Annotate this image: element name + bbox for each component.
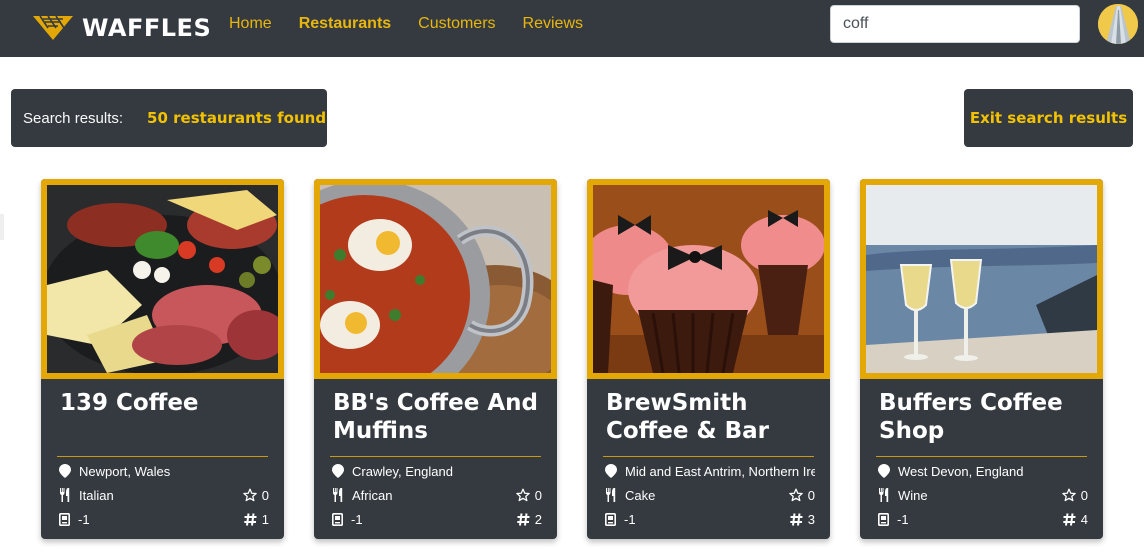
restaurant-card[interactable]: BB's Coffee And Muffins Crawley, England…	[314, 179, 557, 539]
review-book-icon	[332, 512, 343, 526]
bow-cupcakes-image-icon	[593, 185, 824, 373]
restaurant-rank: 1	[261, 511, 269, 527]
map-pin-icon	[59, 464, 71, 478]
card-divider	[603, 456, 814, 457]
restaurant-cuisine: Cake	[625, 487, 656, 503]
waffle-logo-icon	[33, 15, 73, 40]
top-navbar: WAFFLES Home Restaurants Customers Revie…	[0, 0, 1144, 57]
restaurant-cuisine: Wine	[898, 487, 928, 503]
avatar[interactable]	[1098, 4, 1138, 44]
location-row: Newport, Wales	[59, 461, 269, 481]
restaurant-image	[587, 179, 830, 379]
rank-group: 1	[244, 512, 269, 527]
restaurant-rating: 0	[1080, 487, 1088, 503]
restaurant-name: Buffers Coffee Shop	[879, 390, 1063, 444]
rating-group: 0	[242, 487, 269, 503]
restaurant-name: BrewSmith Coffee & Bar	[606, 390, 769, 444]
map-pin-icon	[605, 464, 617, 478]
cuisine-row: Italian 0	[59, 485, 269, 505]
restaurant-name: BB's Coffee And Muffins	[333, 390, 538, 444]
restaurant-card[interactable]: Buffers Coffee Shop West Devon, England …	[860, 179, 1103, 539]
shakshuka-pan-image-icon	[320, 185, 551, 373]
restaurant-location: West Devon, England	[898, 463, 1024, 479]
results-count: 50 restaurants found	[147, 109, 327, 127]
nav-links: Home Restaurants Customers Reviews	[229, 15, 610, 33]
restaurant-image	[41, 179, 284, 379]
restaurant-image	[314, 179, 557, 379]
cuisine-row: African 0	[332, 485, 542, 505]
cuisine-row: Wine 0	[878, 485, 1088, 505]
rank-group: 2	[517, 512, 542, 527]
rating-group: 0	[1061, 487, 1088, 503]
hashtag-icon	[790, 512, 803, 526]
nav-customers[interactable]: Customers	[418, 15, 495, 33]
restaurant-review-count: -1	[897, 511, 909, 527]
card-divider	[330, 456, 541, 457]
review-book-icon	[59, 512, 70, 526]
utensils-icon	[333, 488, 343, 502]
nav-home[interactable]: Home	[229, 15, 272, 33]
charcuterie-board-image-icon	[47, 185, 278, 373]
restaurant-rating: 0	[534, 487, 542, 503]
review-book-icon	[605, 512, 616, 526]
location-row: West Devon, England	[878, 461, 1088, 481]
restaurant-card[interactable]: 139 Coffee Newport, Wales Italian 0 -1 1	[41, 179, 284, 539]
star-outline-icon	[1061, 488, 1076, 502]
utensils-icon	[879, 488, 889, 502]
champagne-sea-view-image-icon	[866, 185, 1097, 373]
hashtag-icon	[244, 512, 257, 526]
restaurant-image	[860, 179, 1103, 379]
review-book-icon	[878, 512, 889, 526]
star-outline-icon	[515, 488, 530, 502]
restaurant-card[interactable]: BrewSmith Coffee & Bar Mid and East Antr…	[587, 179, 830, 539]
brand-link[interactable]: WAFFLES	[32, 10, 211, 46]
location-row: Mid and East Antrim, Northern Ireland	[605, 461, 815, 481]
reviews-row: -1 4	[878, 509, 1088, 529]
restaurant-review-count: -1	[624, 511, 636, 527]
restaurant-rank: 2	[534, 511, 542, 527]
location-row: Crawley, England	[332, 461, 542, 481]
card-divider	[57, 456, 268, 457]
restaurant-rating: 0	[261, 487, 269, 503]
hashtag-icon	[1063, 512, 1076, 526]
nav-reviews[interactable]: Reviews	[523, 15, 583, 33]
star-outline-icon	[242, 488, 257, 502]
reviews-row: -1 1	[59, 509, 269, 529]
rank-group: 3	[790, 512, 815, 527]
rank-group: 4	[1063, 512, 1088, 527]
star-outline-icon	[788, 488, 803, 502]
restaurant-review-count: -1	[351, 511, 363, 527]
restaurant-cuisine: Italian	[79, 487, 114, 503]
search-input[interactable]	[830, 5, 1080, 43]
brand-name: WAFFLES	[82, 14, 212, 42]
utensils-icon	[60, 488, 70, 502]
card-divider	[876, 456, 1087, 457]
rating-group: 0	[788, 487, 815, 503]
reviews-row: -1 3	[605, 509, 815, 529]
exit-search-results-button[interactable]: Exit search results	[964, 89, 1133, 147]
nav-restaurants[interactable]: Restaurants	[299, 15, 391, 33]
utensils-icon	[606, 488, 616, 502]
hashtag-icon	[517, 512, 530, 526]
cuisine-row: Cake 0	[605, 485, 815, 505]
restaurant-location: Crawley, England	[352, 463, 453, 479]
search-results-summary: Search results: 50 restaurants found	[11, 89, 327, 147]
restaurant-location: Newport, Wales	[79, 463, 171, 479]
page-edge-artifact	[0, 214, 4, 240]
avatar-image-icon	[1098, 4, 1138, 44]
rating-group: 0	[515, 487, 542, 503]
reviews-row: -1 2	[332, 509, 542, 529]
map-pin-icon	[332, 464, 344, 478]
restaurant-rank: 4	[1080, 511, 1088, 527]
restaurant-name: 139 Coffee	[60, 390, 199, 416]
restaurant-rating: 0	[807, 487, 815, 503]
restaurant-location: Mid and East Antrim, Northern Ireland	[625, 463, 815, 479]
restaurant-cuisine: African	[352, 487, 393, 503]
restaurant-rank: 3	[807, 511, 815, 527]
results-label: Search results:	[23, 109, 124, 127]
map-pin-icon	[878, 464, 890, 478]
restaurant-review-count: -1	[78, 511, 90, 527]
